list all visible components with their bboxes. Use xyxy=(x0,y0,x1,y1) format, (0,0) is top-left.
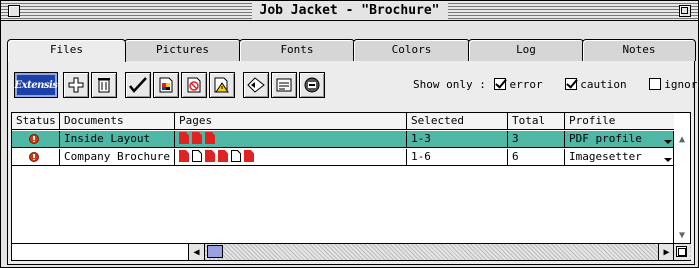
total-pages: 3 xyxy=(508,131,565,147)
page-error-icon[interactable] xyxy=(192,132,202,144)
document-name: Company Brochure xyxy=(60,149,175,165)
error-icon xyxy=(29,134,39,144)
vertical-scrollbar[interactable]: ▲ ▼ xyxy=(673,131,690,243)
toolbar: Extensis Show only: error caution ignor xyxy=(14,72,699,98)
extensis-logo-button[interactable]: Extensis xyxy=(14,72,58,98)
page-ok-icon[interactable] xyxy=(231,150,241,162)
scroll-left-arrow-icon[interactable]: ◀ xyxy=(189,244,205,260)
show-only-label: Show only : xyxy=(413,78,486,91)
column-header-selected[interactable]: Selected xyxy=(407,113,508,129)
status-cell xyxy=(12,149,60,165)
scroll-right-arrow-icon[interactable]: ▶ xyxy=(658,244,674,260)
document-stop-icon xyxy=(187,77,201,93)
error-icon xyxy=(29,152,39,162)
table-header: Status Documents Pages Selected Total Pr… xyxy=(12,113,674,130)
page-error-icon[interactable] xyxy=(205,132,215,144)
add-icon xyxy=(68,77,84,93)
scroll-thumb[interactable] xyxy=(207,245,223,258)
ignore-checkbox[interactable] xyxy=(649,78,662,90)
documents-table: Status Documents Pages Selected Total Pr… xyxy=(11,112,691,261)
report-icon xyxy=(276,78,292,92)
selected-pages: 1-3 xyxy=(407,131,508,147)
page-ok-icon[interactable] xyxy=(192,150,202,162)
page-error-icon[interactable] xyxy=(218,150,228,162)
pages-cell xyxy=(175,131,407,147)
trash-icon xyxy=(98,78,110,93)
tab-pictures[interactable]: Pictures xyxy=(124,39,241,61)
files-panel: Extensis Show only: error caution ignor… xyxy=(7,61,699,265)
tab-notes[interactable]: Notes xyxy=(582,39,696,61)
selected-pages: 1-6 xyxy=(407,149,508,165)
column-header-documents[interactable]: Documents xyxy=(60,113,175,129)
profile-select[interactable]: Imagesetter xyxy=(565,149,674,165)
title-bar[interactable]: Job Jacket - "Brochure" xyxy=(1,1,698,21)
profile-select[interactable]: PDF profile xyxy=(565,131,674,147)
print-icon xyxy=(304,77,320,93)
page-error-icon[interactable] xyxy=(244,150,254,162)
checkmark-icon xyxy=(129,77,147,93)
check-button[interactable] xyxy=(125,72,151,98)
scroll-down-arrow-icon[interactable]: ▼ xyxy=(674,227,690,243)
page-error-icon[interactable] xyxy=(179,150,189,162)
status-cell xyxy=(12,131,60,147)
collect-icon xyxy=(247,77,265,93)
close-box[interactable] xyxy=(8,5,20,17)
document-warning-icon xyxy=(214,77,229,93)
profile-value: PDF profile xyxy=(569,132,642,145)
horizontal-scrollbar[interactable]: ◀ ▶ xyxy=(188,243,691,260)
zoom-box[interactable] xyxy=(679,5,691,17)
chevron-down-icon xyxy=(664,158,672,162)
tab-bar: Files Pictures Fonts Colors Log Notes xyxy=(7,39,696,62)
resize-grow-box[interactable] xyxy=(673,243,690,260)
page-error-icon[interactable] xyxy=(179,132,189,144)
tab-colors[interactable]: Colors xyxy=(353,39,470,61)
caution-label: caution xyxy=(580,78,627,91)
job-jacket-window: Job Jacket - "Brochure" Files Pictures F… xyxy=(0,0,699,268)
document-warning-button[interactable] xyxy=(209,72,235,98)
column-header-profile[interactable]: Profile xyxy=(565,113,674,129)
report-button[interactable] xyxy=(271,72,297,98)
tab-log[interactable]: Log xyxy=(468,39,584,61)
error-checkbox[interactable] xyxy=(494,78,507,90)
tab-files[interactable]: Files xyxy=(7,39,126,62)
tab-fonts[interactable]: Fonts xyxy=(239,39,355,61)
delete-button[interactable] xyxy=(91,72,117,98)
document-color-button[interactable] xyxy=(153,72,179,98)
pages-cell xyxy=(175,149,407,165)
ignore-label: ignore xyxy=(664,78,699,91)
chevron-down-icon xyxy=(664,140,672,144)
caution-checkbox[interactable] xyxy=(565,78,578,90)
collect-button[interactable] xyxy=(243,72,269,98)
window-title: Job Jacket - "Brochure" xyxy=(251,3,448,19)
column-header-status[interactable]: Status xyxy=(12,113,60,129)
error-label: error xyxy=(509,78,543,91)
table-footer-blank xyxy=(12,243,188,260)
profile-value: Imagesetter xyxy=(569,150,642,163)
document-name: Inside Layout xyxy=(60,131,175,147)
column-header-total[interactable]: Total xyxy=(508,113,565,129)
table-row[interactable]: Company Brochure 1-6 6 Imagesetter xyxy=(12,149,674,166)
total-pages: 6 xyxy=(508,149,565,165)
page-error-icon[interactable] xyxy=(205,150,215,162)
scroll-up-arrow-icon[interactable]: ▲ xyxy=(674,131,690,147)
column-header-pages[interactable]: Pages xyxy=(175,113,407,129)
show-only-filters: Show only : error caution ignore xyxy=(413,78,699,91)
print-button[interactable] xyxy=(299,72,325,98)
document-stop-button[interactable] xyxy=(181,72,207,98)
add-button[interactable] xyxy=(63,72,89,98)
document-color-icon xyxy=(159,77,173,93)
table-row[interactable]: Inside Layout 1-3 3 PDF profile xyxy=(12,131,674,148)
